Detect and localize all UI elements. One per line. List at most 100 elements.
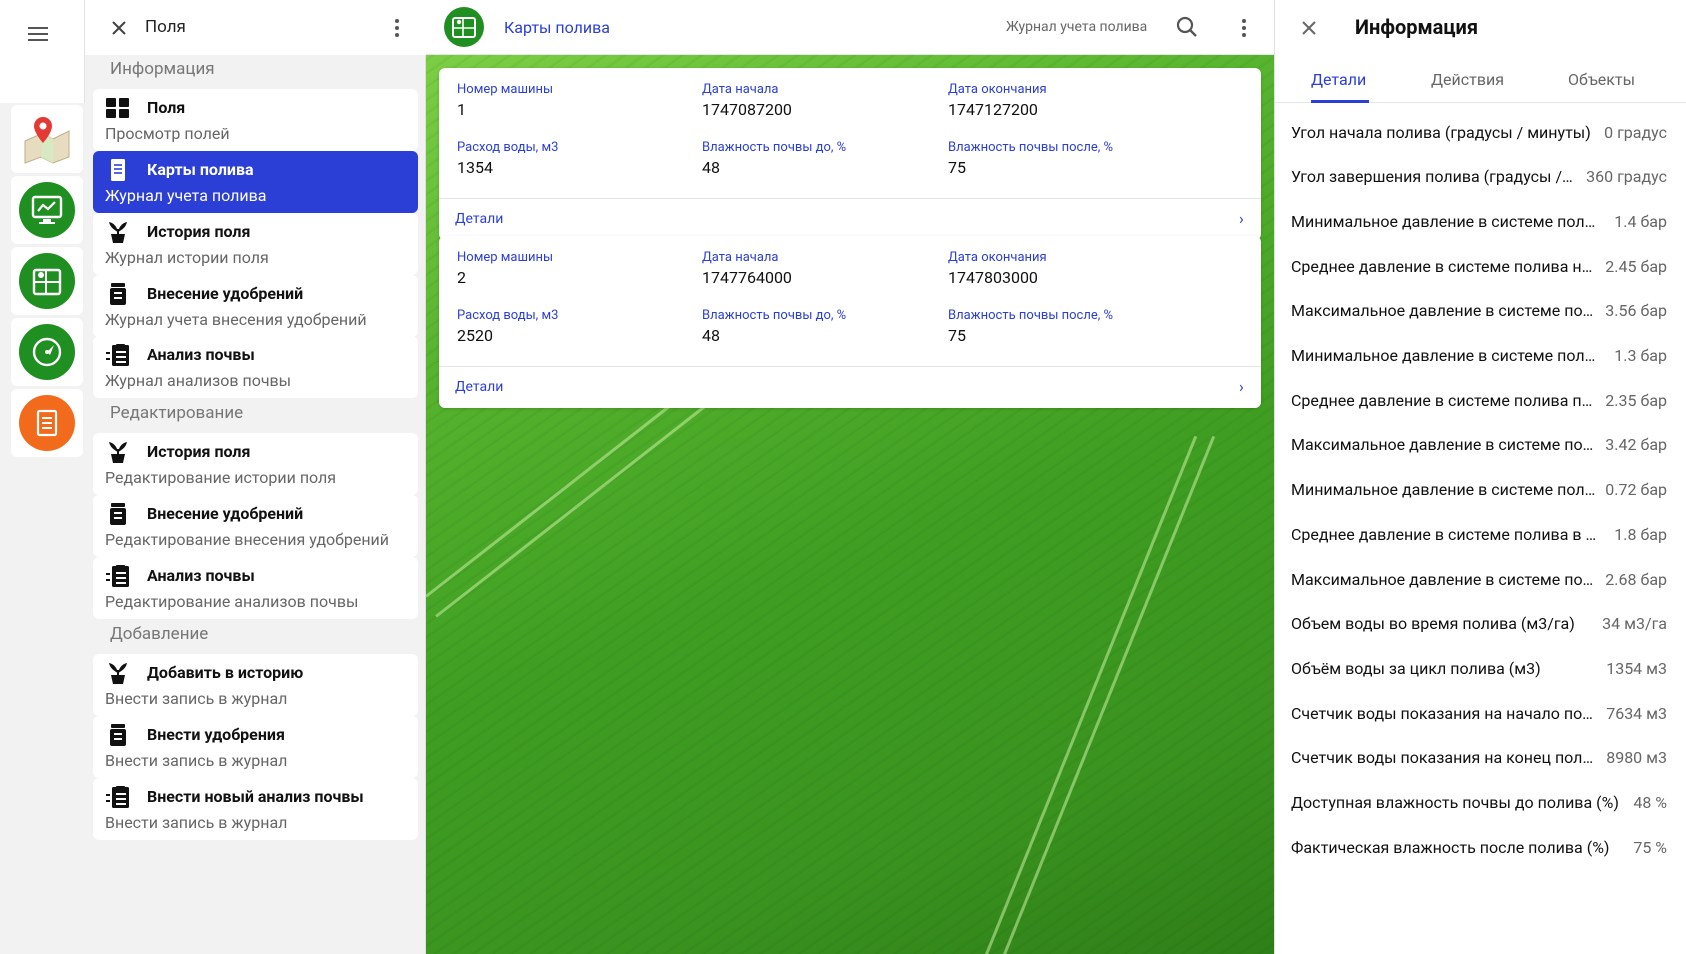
- property-value: 34 м3/га: [1602, 614, 1667, 634]
- machine-label: Номер машины: [457, 250, 554, 265]
- chevron-right-icon[interactable]: ›: [1239, 377, 1244, 396]
- app-monitor[interactable]: [11, 176, 83, 244]
- tab-actions[interactable]: Действия: [1431, 70, 1504, 89]
- nav-item-edit-history[interactable]: История поля Редактирование истории поля: [93, 433, 418, 495]
- nav-item-add-fertilizers[interactable]: Внести удобрения Внести запись в журнал: [93, 716, 418, 778]
- grid-icon: [106, 98, 129, 118]
- property-row: Объём воды за цикл полива (м3) 1354 м3: [1291, 648, 1667, 688]
- nav-item-subtitle: Редактирование истории поля: [105, 468, 337, 487]
- nav-item-title: История поля: [147, 442, 251, 461]
- property-value: 2.68 бар: [1605, 569, 1667, 589]
- property-label: Доступная влажность почвы до полива (%): [1291, 793, 1619, 812]
- nav-item-fields[interactable]: Поля Просмотр полей: [93, 89, 418, 151]
- end-date-value: 1747127200: [948, 100, 1038, 119]
- property-value: 1.4 бар: [1614, 211, 1667, 231]
- property-value: 75 %: [1633, 837, 1667, 857]
- nav-item-subtitle: Редактирование анализов почвы: [105, 592, 359, 611]
- nav-item-subtitle: Внести запись в журнал: [105, 689, 288, 708]
- property-label: Угол завершения полива (градусы / минуты…: [1291, 167, 1586, 187]
- nav-item-subtitle: Внести запись в журнал: [105, 751, 288, 770]
- property-label: Максимальное давление в системе полива н…: [1291, 301, 1605, 321]
- property-value: 1.3 бар: [1614, 346, 1667, 365]
- nav-item-add-soil-analysis[interactable]: Внести новый анализ почвы Внести запись …: [93, 778, 418, 840]
- nav-item-subtitle: Журнал анализов почвы: [105, 371, 292, 390]
- tab-objects[interactable]: Объекты: [1568, 70, 1635, 89]
- property-value: 2.35 бар: [1605, 390, 1667, 410]
- nav-item-irrigation-maps[interactable]: Карты полива Журнал учета полива: [93, 151, 418, 213]
- nav-item-soil-analysis[interactable]: Анализ почвы Журнал анализов почвы: [93, 336, 418, 398]
- app-journal[interactable]: [11, 389, 83, 457]
- property-row: Минимальное давление в системе полива на…: [1291, 201, 1667, 241]
- sprout-pot-icon: [109, 442, 127, 463]
- nav-item-add-history[interactable]: Добавить в историю Внести запись в журна…: [93, 654, 418, 716]
- details-link[interactable]: Детали: [455, 211, 503, 227]
- irrigation-card: Номер машины 1 Дата начала 1747087200 Да…: [439, 68, 1261, 240]
- nav-item-title: Карты полива: [147, 160, 254, 179]
- nav-item-title: Поля: [147, 98, 186, 117]
- compass-icon: [32, 337, 62, 367]
- nav-item-title: Добавить в историю: [147, 663, 304, 682]
- property-label: Объём воды за цикл полива (м3): [1291, 658, 1541, 678]
- app-compass[interactable]: [11, 318, 83, 386]
- nav-item-fertilizers[interactable]: Внесение удобрений Журнал учета внесения…: [93, 275, 418, 337]
- property-label: Фактическая влажность после полива (%): [1291, 837, 1610, 857]
- field-map-icon: [32, 268, 62, 296]
- property-row: Угол завершения полива (градусы / минуты…: [1291, 157, 1667, 197]
- close-icon[interactable]: [1295, 14, 1323, 42]
- more-vert-icon[interactable]: [1232, 14, 1256, 42]
- property-value: 48 %: [1633, 793, 1667, 812]
- property-row: Счетчик воды показания на начало полива 7…: [1291, 693, 1667, 733]
- info-panel: Информация Детали Действия Объекты Угол …: [1274, 0, 1686, 954]
- nav-item-edit-soil-analysis[interactable]: Анализ почвы Редактирование анализов поч…: [93, 557, 418, 619]
- nav-item-subtitle: Просмотр полей: [105, 124, 230, 143]
- property-value: 0 градус: [1604, 122, 1667, 142]
- sprout-pot-icon: [109, 222, 127, 243]
- humidity-before-value: 48: [702, 158, 720, 177]
- machine-label: Номер машины: [457, 82, 554, 97]
- journal-link[interactable]: Журнал учета полива: [1006, 19, 1147, 35]
- details-link[interactable]: Детали: [455, 379, 503, 395]
- humidity-after-value: 75: [948, 326, 966, 345]
- property-row: Среднее давление в системе полива в конц…: [1291, 514, 1667, 554]
- water-label: Расход воды, м3: [457, 140, 559, 155]
- property-value: 7634 м3: [1606, 703, 1667, 723]
- chevron-right-icon[interactable]: ›: [1239, 209, 1244, 228]
- property-value: 3.42 бар: [1605, 435, 1667, 455]
- humidity-before-value: 48: [702, 326, 720, 345]
- nav-item-title: История поля: [147, 222, 251, 241]
- end-date-label: Дата окончания: [948, 82, 1047, 97]
- nav-item-subtitle: Журнал учета полива: [105, 186, 267, 205]
- humidity-after-value: 75: [948, 158, 966, 177]
- machine-value: 1: [457, 100, 466, 119]
- more-vert-icon[interactable]: [385, 14, 409, 42]
- humidity-after-label: Влажность почвы после, %: [948, 140, 1114, 155]
- tab-details[interactable]: Детали: [1311, 70, 1366, 89]
- property-row: Максимальное давление в системе полива п…: [1291, 425, 1667, 465]
- property-label: Среднее давление в системе полива в конц…: [1291, 524, 1615, 544]
- property-label: Угол начала полива (градусы / минуты): [1291, 122, 1591, 142]
- nav-item-edit-fertilizers[interactable]: Внесение удобрений Редактирование внесен…: [93, 495, 418, 557]
- property-value: 8980 м3: [1606, 748, 1667, 768]
- map-pin-icon: [24, 117, 70, 164]
- hamburger-menu-icon[interactable]: [18, 14, 58, 54]
- property-value: 1.8 бар: [1614, 524, 1667, 544]
- property-row: Среднее давление в системе полива на нач…: [1291, 246, 1667, 286]
- property-label: Минимальное давление в системе полива по…: [1291, 346, 1614, 365]
- close-icon[interactable]: [105, 14, 133, 42]
- info-tabs: Детали Действия Объекты: [1275, 55, 1686, 103]
- card-divider: [439, 366, 1261, 367]
- app-irrigation-maps[interactable]: [11, 247, 83, 315]
- app-map[interactable]: [11, 105, 83, 173]
- property-label: Максимальное давление в системе полива п…: [1291, 435, 1605, 455]
- property-label: Среднее давление в системе полива посере…: [1291, 390, 1605, 410]
- humidity-before-label: Влажность почвы до, %: [702, 308, 847, 323]
- nav-item-title: Внести новый анализ почвы: [147, 787, 364, 806]
- nav-item-field-history[interactable]: История поля Журнал истории поля: [93, 213, 418, 275]
- search-icon[interactable]: [1174, 14, 1200, 40]
- property-label: Минимальное давление в системе полива в …: [1291, 480, 1605, 500]
- property-label: Счетчик воды показания на начало полива: [1291, 703, 1607, 723]
- property-row: Счетчик воды показания на конец полива 89…: [1291, 738, 1667, 778]
- clipboard-list-icon: [106, 344, 129, 366]
- property-row: Угол начала полива (градусы / минуты) 0 г…: [1291, 112, 1667, 152]
- nav-item-title: Внесение удобрений: [147, 504, 304, 523]
